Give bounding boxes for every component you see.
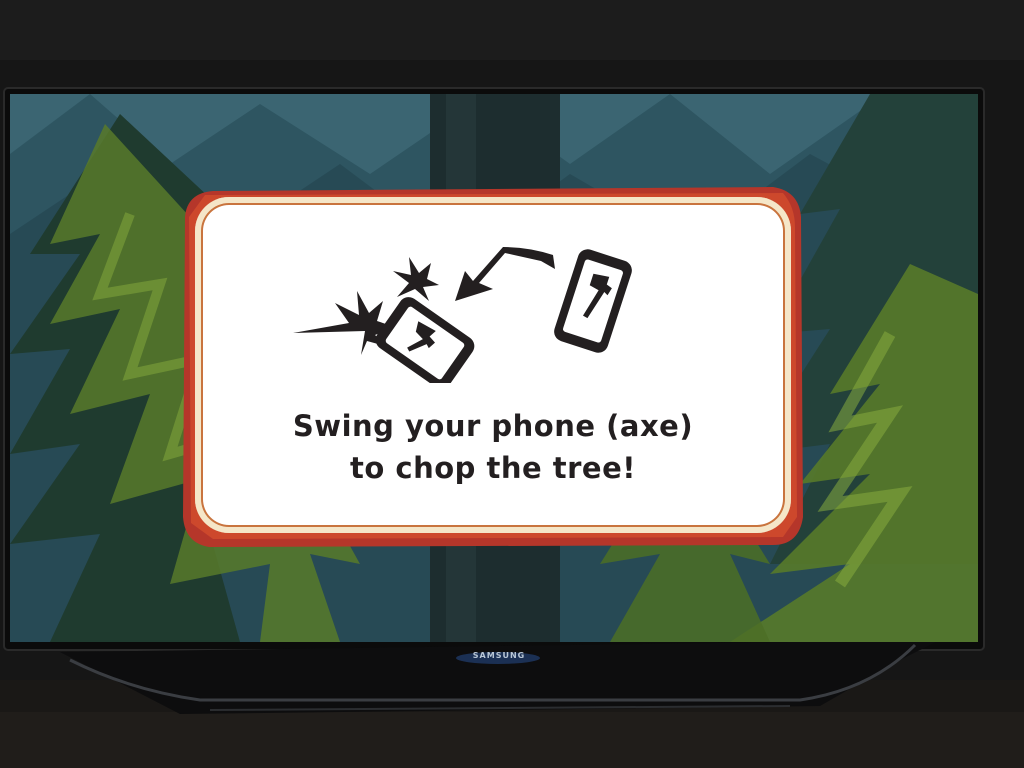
instruction-text: Swing your phone (axe) to chop the tree! — [195, 405, 791, 489]
instruction-line-2: to chop the tree! — [350, 451, 636, 485]
instruction-line-1: Swing your phone (axe) — [292, 409, 694, 443]
swing-arrow-icon — [455, 247, 555, 301]
instruction-dialog: Swing your phone (axe) to chop the tree! — [183, 187, 803, 547]
tv-brand-logo: SAMSUNG — [472, 651, 526, 660]
swing-phone-illustration — [293, 247, 632, 383]
room-scene: SAMSUNG Swing your phone (axe) to chop t… — [0, 0, 1024, 768]
phone-with-axe-icon — [375, 297, 475, 383]
phone-with-axe-icon — [554, 249, 632, 353]
